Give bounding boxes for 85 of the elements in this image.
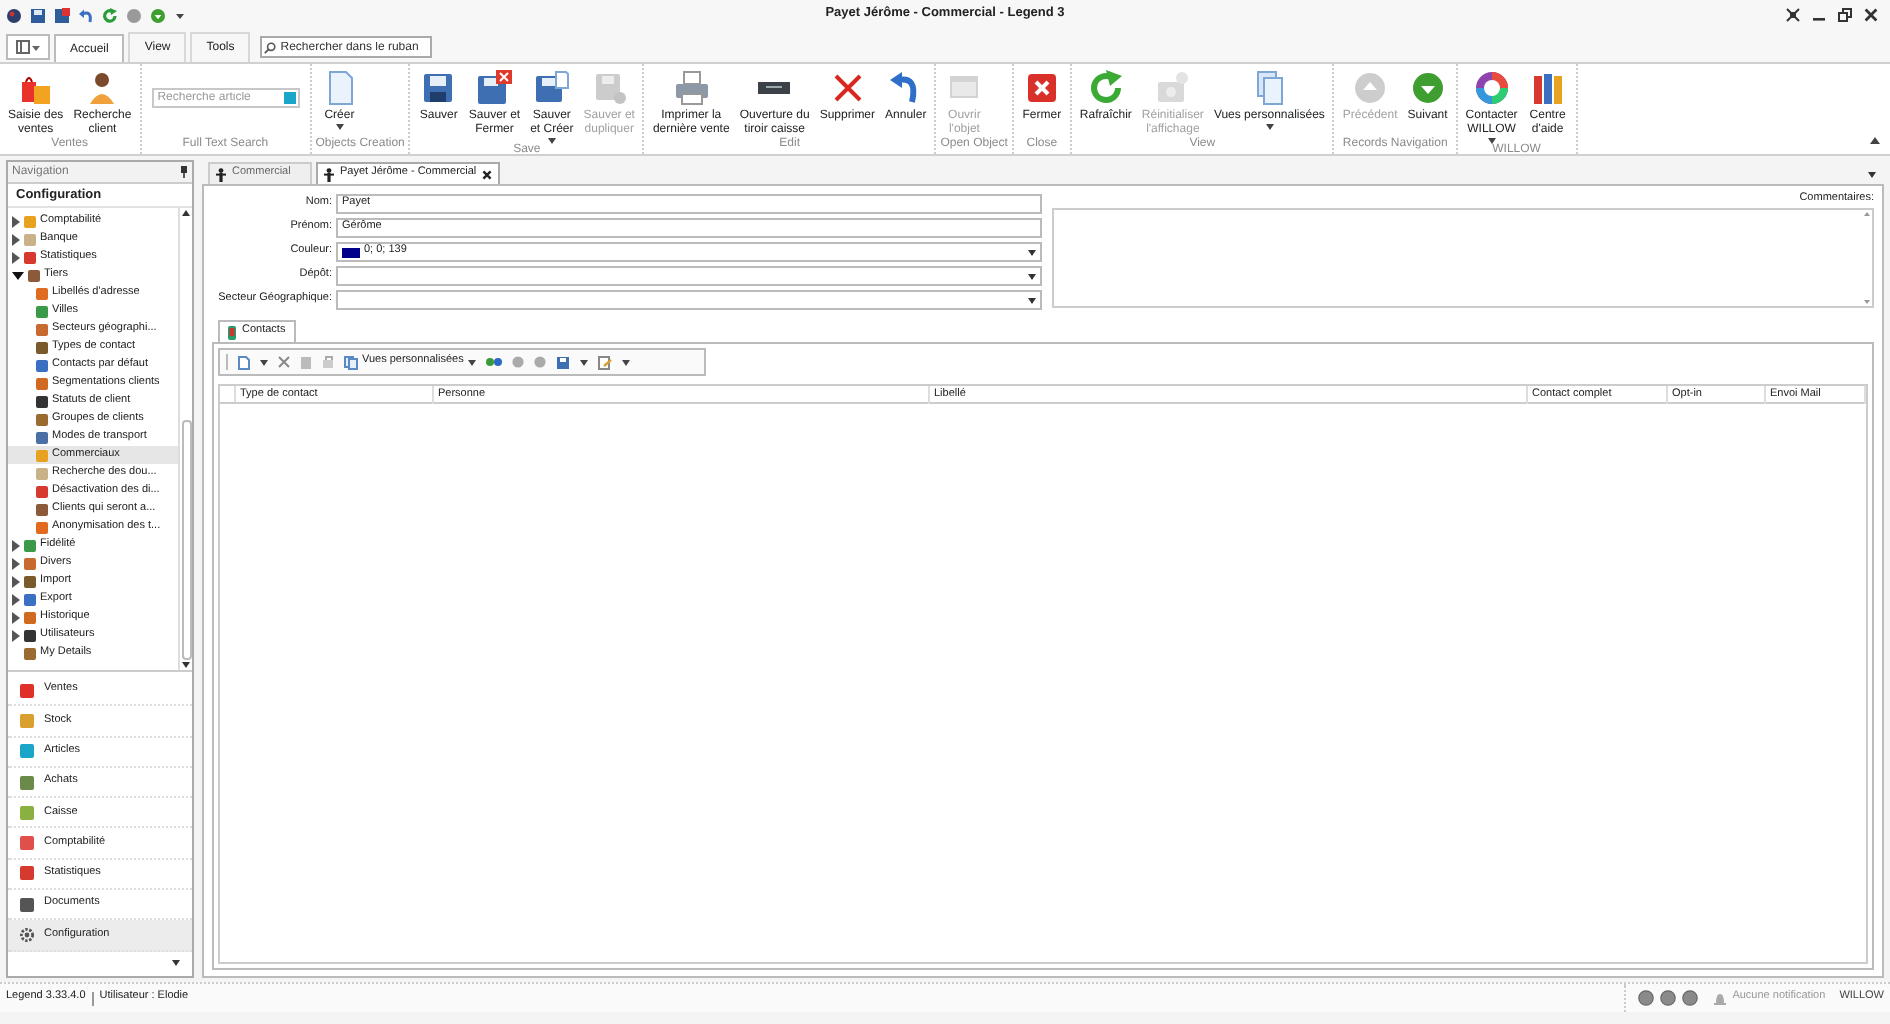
search-icon	[264, 41, 277, 53]
square-icon	[20, 744, 34, 759]
square-icon	[36, 485, 48, 497]
caret-icon	[1028, 249, 1036, 255]
square-icon	[24, 611, 36, 623]
dropdown-field[interactable]	[336, 266, 1042, 286]
pin-icon[interactable]	[180, 166, 188, 178]
close-icon[interactable]	[1864, 8, 1878, 22]
status-light-icon	[1682, 990, 1699, 1006]
square-icon	[24, 629, 36, 641]
caret-icon	[32, 43, 40, 51]
square-icon	[20, 866, 34, 881]
scroll-up-icon[interactable]	[182, 210, 190, 216]
camera-icon	[1154, 70, 1191, 106]
close-icon[interactable]	[482, 169, 493, 179]
square-icon	[36, 503, 48, 515]
caret-icon[interactable]	[174, 9, 186, 21]
square-icon	[36, 395, 48, 407]
floppy-disk-icon	[591, 70, 628, 106]
caret-icon	[1028, 273, 1036, 279]
square-icon	[36, 341, 48, 353]
more-icon[interactable]	[172, 960, 180, 967]
caret-icon	[467, 359, 476, 365]
new-document-icon[interactable]	[238, 355, 250, 369]
square-icon	[20, 805, 34, 820]
square-icon	[36, 323, 48, 335]
dropdown-field[interactable]	[336, 290, 1042, 310]
square-icon	[36, 431, 48, 443]
status-light-icon	[1660, 990, 1677, 1006]
square-icon	[24, 593, 36, 605]
circle-icon[interactable]	[126, 7, 142, 23]
square-icon	[36, 305, 48, 317]
square-icon	[24, 251, 36, 263]
caret-icon[interactable]	[579, 359, 588, 365]
refresh-icon	[1087, 70, 1124, 106]
undo-icon[interactable]	[78, 7, 94, 23]
scroll-down-icon[interactable]	[182, 662, 190, 668]
status-light-icon	[1638, 990, 1655, 1006]
documents-icon	[344, 355, 358, 369]
refresh-icon[interactable]	[102, 7, 118, 23]
square-icon	[36, 449, 48, 461]
square-icon	[36, 287, 48, 299]
collapse-icon[interactable]	[1870, 136, 1880, 144]
square-icon	[20, 897, 34, 912]
square-icon	[36, 359, 48, 371]
square-icon	[24, 647, 36, 659]
square-icon	[24, 575, 36, 587]
documents-icon	[1251, 70, 1288, 106]
person-icon	[216, 167, 226, 181]
square-icon	[36, 521, 48, 533]
restore-icon[interactable]	[1838, 8, 1852, 22]
person-icon	[324, 167, 334, 181]
close-icon	[1023, 70, 1060, 106]
phone-icon	[228, 325, 236, 339]
delete-icon[interactable]	[278, 356, 290, 368]
up-arrow-circle-icon	[1352, 70, 1389, 106]
caret-icon	[1028, 297, 1036, 303]
caret-icon[interactable]	[260, 359, 268, 365]
square-icon	[20, 836, 34, 851]
square-icon	[36, 467, 48, 479]
printer-icon	[673, 70, 710, 106]
color-wheel-icon	[1473, 70, 1510, 106]
square-icon	[20, 713, 34, 728]
delete-icon	[829, 70, 866, 106]
square-icon	[24, 557, 36, 569]
square-icon	[36, 377, 48, 389]
floppy-disk-icon	[533, 70, 570, 106]
square-icon	[20, 683, 34, 698]
square-icon	[24, 215, 36, 227]
caret-icon[interactable]	[621, 359, 630, 365]
square-icon	[24, 539, 36, 551]
dropdown-icon[interactable]	[1868, 172, 1876, 178]
books-icon	[1529, 70, 1566, 106]
down-arrow-circle-icon	[1409, 70, 1446, 106]
square-icon	[28, 269, 40, 281]
gear-icon	[20, 928, 34, 943]
collapse-arrow-icon[interactable]	[12, 271, 24, 279]
down-arrow-circle-icon[interactable]	[150, 7, 166, 23]
menu-icon	[16, 40, 30, 54]
square-icon	[20, 775, 34, 790]
square-icon	[36, 413, 48, 425]
square-icon	[24, 233, 36, 245]
fullscreen-icon[interactable]	[1786, 8, 1800, 22]
scrollbar[interactable]	[178, 208, 192, 670]
application-menu-button[interactable]	[6, 34, 50, 60]
